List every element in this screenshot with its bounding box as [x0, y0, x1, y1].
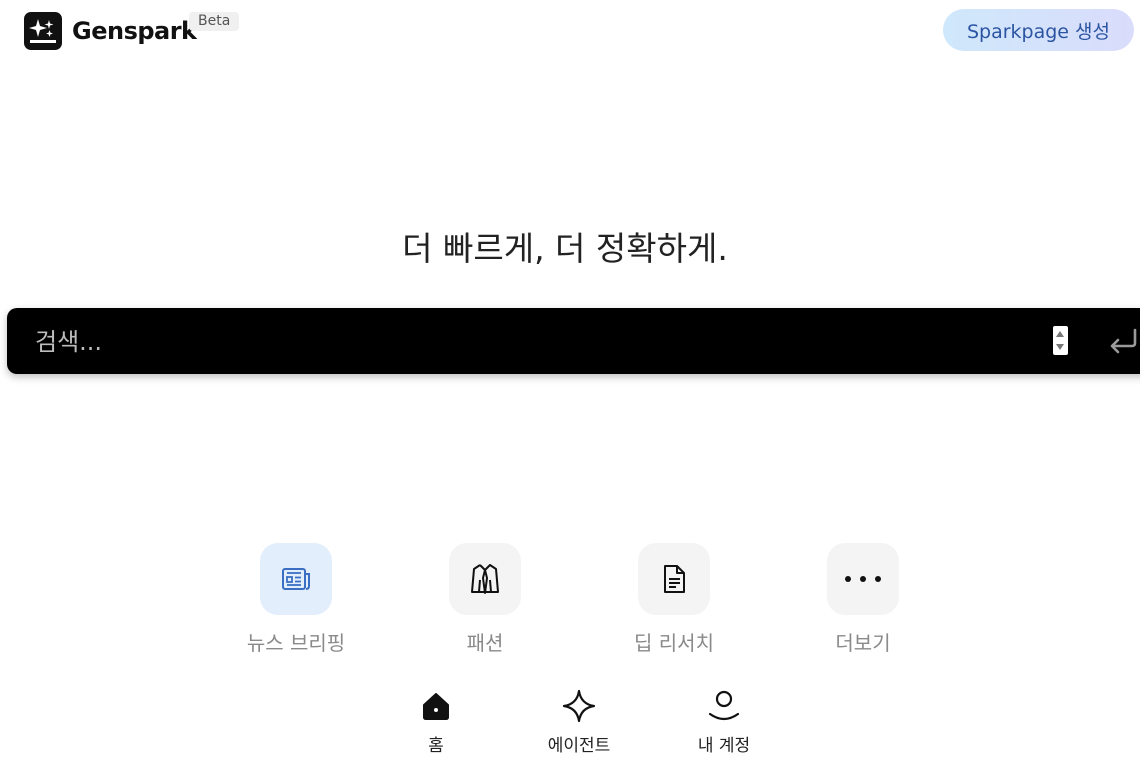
- search-input[interactable]: [33, 322, 1017, 362]
- enter-submit-icon[interactable]: [1107, 326, 1139, 356]
- nav-account[interactable]: 내 계정: [669, 688, 779, 756]
- quick-deep-research[interactable]: 딥 리서치: [599, 543, 749, 656]
- create-sparkpage-button[interactable]: Sparkpage 생성: [942, 9, 1134, 51]
- document-icon: [664, 565, 685, 593]
- sparkle-icon: [524, 688, 634, 724]
- page-tagline: 더 빠르게, 더 정확하게.: [402, 229, 728, 268]
- newspaper-icon: [282, 568, 310, 590]
- deep-research-tile[interactable]: [638, 543, 710, 615]
- quick-more[interactable]: 더보기: [788, 543, 938, 656]
- nav-label: 홈: [428, 736, 444, 756]
- brand-name: Genspark: [72, 17, 197, 45]
- beta-badge: Beta: [189, 12, 240, 31]
- quick-label: 딥 리서치: [634, 631, 714, 655]
- news-tile[interactable]: [260, 543, 332, 615]
- quick-news-briefing[interactable]: 뉴스 브리핑: [221, 543, 371, 656]
- nav-label: 내 계정: [697, 736, 751, 756]
- sparkle-logo-icon: [24, 12, 62, 50]
- nav-home[interactable]: 홈: [381, 688, 491, 756]
- top-header: Genspark Beta Sparkpage 생성: [0, 0, 1140, 62]
- stepper-up-icon[interactable]: [1056, 331, 1064, 337]
- jacket-icon: [471, 564, 499, 594]
- search-bar: [7, 308, 1140, 374]
- user-icon: [669, 688, 779, 724]
- stepper-down-icon[interactable]: [1056, 344, 1064, 350]
- quick-fashion[interactable]: 패션: [410, 543, 560, 656]
- nav-agents[interactable]: 에이전트: [524, 688, 634, 756]
- more-tile[interactable]: [827, 543, 899, 615]
- quick-label: 더보기: [835, 631, 891, 655]
- quick-label: 뉴스 브리핑: [246, 631, 346, 655]
- home-icon: [381, 688, 491, 724]
- quick-label: 패션: [466, 631, 504, 655]
- more-dots-icon: [845, 576, 881, 582]
- fashion-tile[interactable]: [449, 543, 521, 615]
- brand-logo[interactable]: Genspark: [24, 12, 197, 50]
- search-stepper[interactable]: [1053, 326, 1068, 355]
- nav-label: 에이전트: [547, 736, 611, 756]
